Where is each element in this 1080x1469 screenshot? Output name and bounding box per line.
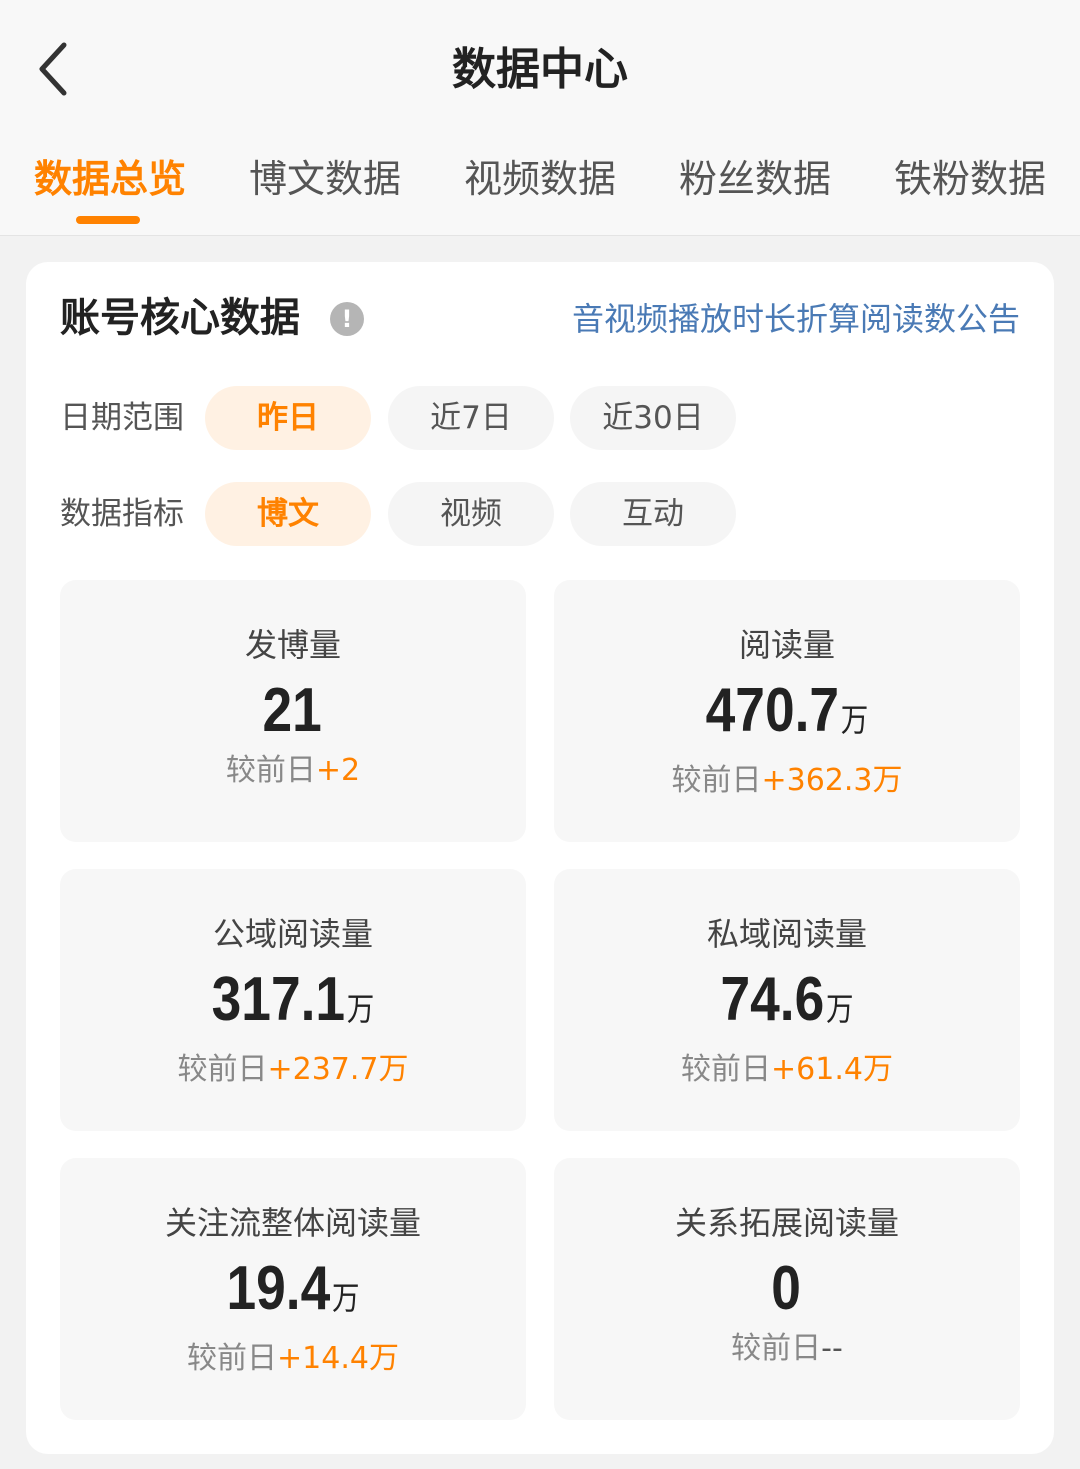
top-bar: 数据中心 数据总览 博文数据 视频数据 粉丝数据 铁粉数据 [0,0,1080,236]
stat-delta: +14.4万 [277,1341,399,1376]
stat-delta: +237.7万 [267,1052,409,1087]
stat-value: 21 [262,676,322,745]
stat-compare: 较前日+2 [225,753,361,788]
date-option-30-days[interactable]: 近30日 [570,386,736,450]
core-data-card: 账号核心数据 ! 音视频播放时长折算阅读数公告 日期范围 昨日 近7日 近30日… [26,262,1054,1454]
stat-value: 19.4万 [226,1254,360,1323]
metric-option-video[interactable]: 视频 [388,482,554,546]
stat-compare: 较前日+61.4万 [681,1052,893,1087]
tab-overview[interactable]: 数据总览 [34,148,186,210]
stat-tile-relationship-reads[interactable]: 关系拓展阅读量 0 较前日-- [554,1158,1020,1420]
section-title: 账号核心数据 [60,295,300,341]
stat-tile-posts[interactable]: 发博量 21 较前日+2 [60,580,526,842]
stat-delta: -- [821,1331,843,1366]
stat-label: 阅读量 [738,626,835,664]
stat-compare: 较前日+362.3万 [671,763,903,798]
stat-label: 关系拓展阅读量 [674,1204,899,1242]
stat-tile-reads[interactable]: 阅读量 470.7万 较前日+362.3万 [554,580,1020,842]
info-icon[interactable]: ! [330,302,364,336]
stat-value: 470.7万 [705,676,869,745]
date-range-filter: 日期范围 昨日 近7日 近30日 [60,386,1020,450]
stat-label: 公域阅读量 [212,915,373,953]
tab-iron-fans-data[interactable]: 铁粉数据 [894,148,1046,210]
tab-video-data[interactable]: 视频数据 [464,148,616,210]
stat-value: 317.1万 [211,965,375,1034]
metric-option-interaction[interactable]: 互动 [570,482,736,546]
stat-delta: +362.3万 [761,763,903,798]
stat-tile-public-reads[interactable]: 公域阅读量 317.1万 较前日+237.7万 [60,869,526,1131]
stat-tile-follow-feed-reads[interactable]: 关注流整体阅读量 19.4万 较前日+14.4万 [60,1158,526,1420]
stat-label: 关注流整体阅读量 [164,1204,421,1242]
stat-compare: 较前日+237.7万 [177,1052,409,1087]
stat-value: 0 [771,1254,801,1323]
stat-delta: +2 [315,753,361,788]
stat-tile-private-reads[interactable]: 私域阅读量 74.6万 较前日+61.4万 [554,869,1020,1131]
active-tab-indicator [76,216,140,224]
metric-type-filter: 数据指标 博文 视频 互动 [60,482,1020,546]
date-option-yesterday[interactable]: 昨日 [205,386,371,450]
stat-label: 私域阅读量 [706,915,867,953]
metric-type-label: 数据指标 [60,496,184,532]
stat-compare: 较前日+14.4万 [187,1341,399,1376]
stat-compare: 较前日-- [731,1331,843,1366]
stat-delta: +61.4万 [771,1052,893,1087]
playback-notice-link[interactable]: 音视频播放时长折算阅读数公告 [572,296,1020,342]
tab-bar: 数据总览 博文数据 视频数据 粉丝数据 铁粉数据 [0,148,1080,236]
date-option-7-days[interactable]: 近7日 [388,386,554,450]
tab-post-data[interactable]: 博文数据 [249,148,401,210]
date-range-label: 日期范围 [60,400,184,436]
page-title: 数据中心 [452,44,628,95]
tab-fans-data[interactable]: 粉丝数据 [679,148,831,210]
metric-option-post[interactable]: 博文 [205,482,371,546]
stat-value: 74.6万 [720,965,854,1034]
stat-label: 发博量 [244,626,341,664]
